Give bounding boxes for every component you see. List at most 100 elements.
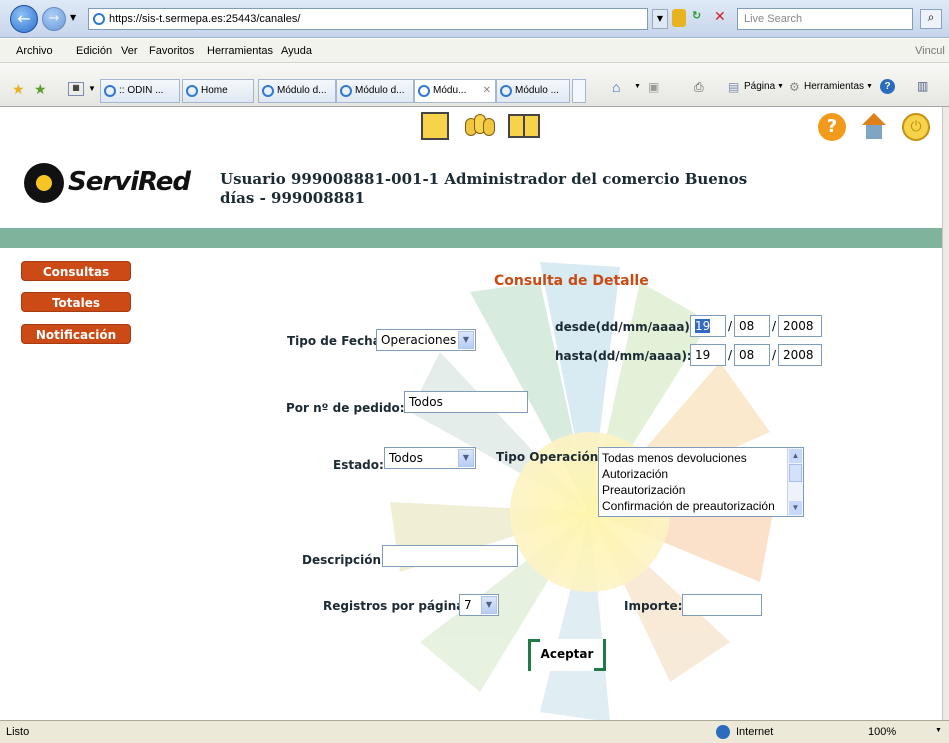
zone-text: Internet: [736, 726, 774, 738]
ie-icon: [340, 85, 352, 97]
close-tab-icon[interactable]: ✕: [483, 80, 491, 102]
status-bar: Listo Internet 100% ▼: [0, 720, 949, 743]
browser-toolbar: ← → ▼ https://sis-t.sermepa.es:25443/can…: [0, 0, 949, 38]
registros-value: 7: [464, 598, 472, 612]
hasta-month-input[interactable]: 08: [734, 344, 770, 366]
tab-list-icon[interactable]: ▼: [88, 84, 96, 93]
tab-modulo-2[interactable]: Módulo d...: [336, 79, 414, 103]
add-favorites-icon[interactable]: ★: [34, 81, 47, 98]
tab-modulo-1[interactable]: Módulo d...: [258, 79, 336, 103]
home-dropdown-icon[interactable]: ▼: [634, 83, 641, 90]
list-item[interactable]: Confirmación de preautorización: [602, 498, 785, 514]
page-title: Consulta de Detalle: [494, 273, 649, 289]
address-bar[interactable]: https://sis-t.sermepa.es:25443/canales/: [88, 8, 648, 30]
list-item[interactable]: Preautorización: [602, 482, 785, 498]
menu-archivo[interactable]: Archivo: [16, 45, 53, 57]
menu-edicion[interactable]: Edición: [76, 45, 112, 57]
date-separator: /: [728, 319, 733, 333]
tab-label: Módulo ...: [515, 85, 559, 96]
tipo-operacion-listbox[interactable]: Todas menos devoluciones Autorización Pr…: [598, 447, 804, 517]
page-scrollbar[interactable]: [942, 107, 949, 720]
back-icon[interactable]: ←: [10, 5, 38, 33]
tab-label: Módulo d...: [277, 85, 327, 96]
tools-menu[interactable]: Herramientas: [804, 81, 864, 92]
estado-label: Estado:: [333, 458, 384, 472]
address-text: https://sis-t.sermepa.es:25443/canales/: [109, 13, 301, 25]
page-menu[interactable]: Página: [744, 81, 775, 92]
research-icon[interactable]: ▥: [917, 79, 928, 93]
aceptar-label: Aceptar: [540, 647, 594, 661]
pedido-input[interactable]: Todos: [404, 391, 528, 413]
estado-select[interactable]: Todos ▼: [384, 447, 476, 469]
registros-select[interactable]: 7 ▼: [459, 594, 499, 616]
list-item[interactable]: Autorización: [602, 466, 785, 482]
tipo-fecha-label: Tipo de Fecha:: [287, 334, 386, 348]
desde-day-value: 19: [695, 319, 711, 333]
book-icon[interactable]: [508, 114, 540, 138]
gear-icon[interactable]: ⚙: [789, 80, 800, 94]
desde-day-input[interactable]: 19: [690, 315, 726, 337]
zoom-level[interactable]: 100%: [868, 726, 896, 738]
favorites-star-icon[interactable]: ★: [12, 81, 25, 98]
lock-icon[interactable]: [672, 9, 686, 27]
globe-icon: [716, 725, 730, 739]
house-icon[interactable]: [860, 113, 888, 141]
hasta-year-input[interactable]: 2008: [778, 344, 822, 366]
home-icon[interactable]: ⌂: [612, 79, 620, 95]
stop-icon[interactable]: ✕: [714, 9, 732, 27]
date-separator: /: [728, 348, 733, 362]
print-icon[interactable]: ⎙: [694, 80, 704, 95]
menu-herramientas[interactable]: Herramientas: [207, 45, 273, 57]
help-icon[interactable]: ?: [880, 79, 895, 94]
tab-modulo-3[interactable]: Módulo ...: [496, 79, 570, 103]
help-icon[interactable]: ?: [818, 113, 846, 141]
quick-tabs-icon[interactable]: ▦: [68, 82, 84, 96]
history-dropdown-icon[interactable]: ▼: [70, 13, 76, 22]
hasta-day-input[interactable]: 19: [690, 344, 726, 366]
forward-icon[interactable]: →: [42, 7, 66, 31]
page-dropdown-icon[interactable]: ▼: [777, 83, 784, 90]
links-label[interactable]: Vincul: [915, 45, 945, 57]
estado-value: Todos: [389, 451, 423, 465]
zoom-dropdown-icon[interactable]: ▼: [935, 727, 942, 734]
menu-favoritos[interactable]: Favoritos: [149, 45, 194, 57]
refresh-icon[interactable]: ↻: [692, 9, 710, 27]
sidebar-notificacion-button[interactable]: Notificación: [21, 324, 131, 344]
people-icon[interactable]: [465, 114, 495, 138]
tab-modulo-active[interactable]: Módu... ✕: [414, 79, 496, 103]
new-tab-button[interactable]: [572, 79, 586, 103]
page-icon[interactable]: ▤: [728, 80, 739, 94]
tab-odin[interactable]: :: ODIN ...: [100, 79, 180, 103]
listbox-scrollbar[interactable]: ▲ ▼: [787, 448, 803, 516]
menu-ver[interactable]: Ver: [121, 45, 138, 57]
feeds-icon[interactable]: ▣: [648, 80, 659, 94]
page-content: ? ⏻ ServiRed Usuario 999008881-001-1 Adm…: [0, 107, 942, 720]
ie-icon: [262, 85, 274, 97]
date-separator: /: [772, 319, 777, 333]
search-input[interactable]: Live Search: [737, 8, 913, 30]
ie-icon: [500, 85, 512, 97]
aceptar-button[interactable]: Aceptar: [528, 639, 606, 671]
servired-logo-icon: [24, 163, 64, 203]
chevron-down-icon[interactable]: ▼: [789, 501, 802, 515]
sidebar-consultas-button[interactable]: Consultas: [21, 261, 131, 281]
menu-ayuda[interactable]: Ayuda: [281, 45, 312, 57]
chevron-up-icon[interactable]: ▲: [789, 449, 802, 463]
power-icon[interactable]: ⏻: [902, 113, 930, 141]
cart-icon[interactable]: [421, 112, 449, 140]
tools-dropdown-icon[interactable]: ▼: [866, 83, 873, 90]
importe-input[interactable]: [682, 594, 762, 616]
tab-home[interactable]: Home: [182, 79, 254, 103]
desde-month-input[interactable]: 08: [734, 315, 770, 337]
scrollbar-thumb[interactable]: [789, 464, 802, 482]
search-icon[interactable]: ⌕: [920, 9, 942, 29]
sidebar-totales-button[interactable]: Totales: [21, 292, 131, 312]
descripcion-input[interactable]: [382, 545, 518, 567]
status-text: Listo: [6, 726, 30, 738]
tipo-fecha-select[interactable]: Operaciones ▼: [376, 329, 476, 351]
ie-icon: [186, 85, 198, 97]
list-item[interactable]: Todas menos devoluciones: [602, 450, 785, 466]
ie-icon: [418, 85, 430, 97]
address-dropdown-icon[interactable]: ▼: [652, 9, 668, 29]
desde-year-input[interactable]: 2008: [778, 315, 822, 337]
